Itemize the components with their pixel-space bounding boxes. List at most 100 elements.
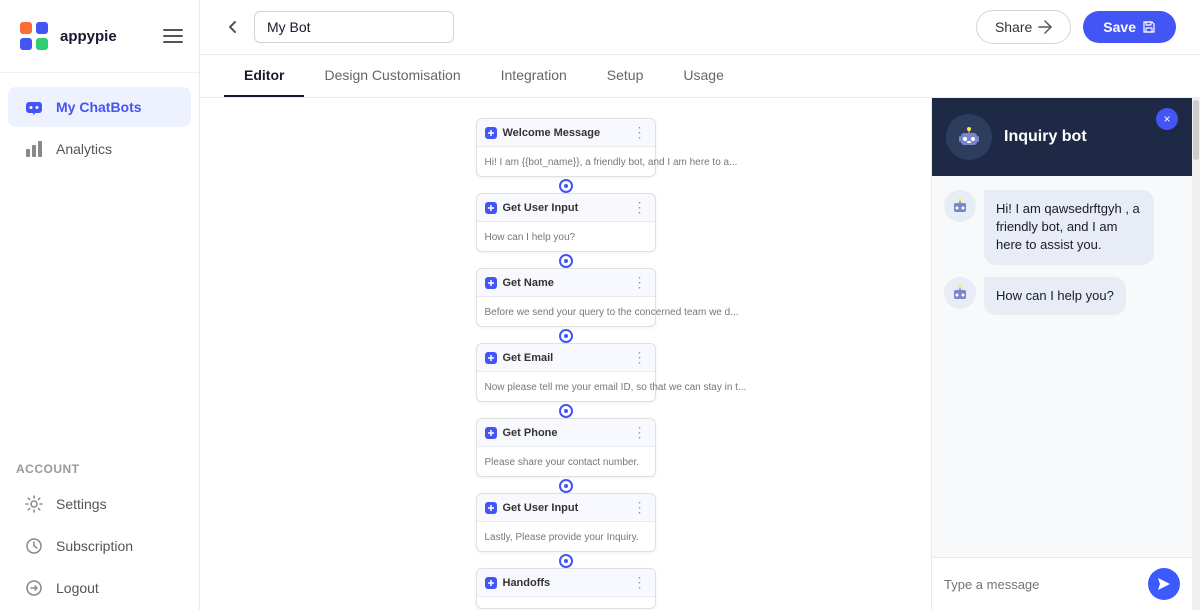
node-dot-get-user-input [485,202,497,214]
flow-node-get-name[interactable]: Get Name ⋮ Before we send your query to … [476,268,656,327]
node-title-get-phone: Get Phone [503,427,633,439]
sidebar-logo: appypie [0,0,199,73]
tab-integration[interactable]: Integration [481,55,587,97]
logout-icon [24,578,44,598]
sidebar-item-logout[interactable]: Logout [8,568,191,608]
sidebar-item-analytics[interactable]: Analytics [8,129,191,169]
node-body-welcome: Hi! I am {{bot_name}}, a friendly bot, a… [477,147,655,176]
connector-circle-1 [559,179,573,193]
sidebar-bottom: Account Settings Subscription [0,446,199,610]
logout-label: Logout [56,580,99,596]
node-menu-get-user-input2[interactable]: ⋮ [633,499,647,516]
node-text-get-phone: Please share your contact number. [485,457,640,468]
node-menu-get-phone[interactable]: ⋮ [633,424,647,441]
chat-message-1: Hi! I am qawsedrftgyh , a friendly bot, … [944,190,1180,265]
connector-1 [559,179,573,193]
node-title-get-name: Get Name [503,277,633,289]
node-title-get-user-input: Get User Input [503,202,633,214]
chat-bot-name: Inquiry bot [1004,128,1087,146]
share-button[interactable]: Share [976,10,1071,44]
node-text-get-email: Now please tell me your email ID, so tha… [485,382,747,393]
connector-circle-2 [559,254,573,268]
node-menu-get-user-input[interactable]: ⋮ [633,199,647,216]
node-body-get-name: Before we send your query to the concern… [477,297,655,326]
save-button[interactable]: Save [1083,11,1176,43]
node-menu-handoffs[interactable]: ⋮ [633,574,647,591]
account-label: Account [0,446,199,482]
right-scrollbar[interactable] [1192,98,1200,610]
node-title-get-user-input2: Get User Input [503,502,633,514]
analytics-icon [24,139,44,159]
bot-name-input[interactable] [254,11,454,43]
connector-5 [559,479,573,493]
flow-node-get-user-input[interactable]: Get User Input ⋮ How can I help you? [476,193,656,252]
tab-usage[interactable]: Usage [663,55,743,97]
connector-circle-4 [559,404,573,418]
node-header-handoffs: Handoffs ⋮ [477,569,655,597]
chat-message-input[interactable] [944,577,1140,592]
flow-canvas[interactable]: Welcome Message ⋮ Hi! I am {{bot_name}},… [200,98,932,610]
node-menu-welcome[interactable]: ⋮ [633,124,647,141]
node-dot-get-phone [485,427,497,439]
flow-node-welcome[interactable]: Welcome Message ⋮ Hi! I am {{bot_name}},… [476,118,656,177]
chatbots-label: My ChatBots [56,99,142,115]
node-text-welcome: Hi! I am {{bot_name}}, a friendly bot, a… [485,157,738,168]
settings-icon [24,494,44,514]
chat-header: Inquiry bot [932,98,1192,176]
chat-preview-panel: × Inquiry [932,98,1192,610]
subscription-icon [24,536,44,556]
node-menu-get-email[interactable]: ⋮ [633,349,647,366]
tab-setup[interactable]: Setup [587,55,664,97]
editor-area: Welcome Message ⋮ Hi! I am {{bot_name}},… [200,98,1200,610]
connector-4 [559,404,573,418]
tab-design-customisation[interactable]: Design Customisation [304,55,480,97]
node-body-get-email: Now please tell me your email ID, so tha… [477,372,655,401]
sidebar-item-settings[interactable]: Settings [8,484,191,524]
logo-text: appypie [60,28,117,45]
chat-close-button[interactable]: × [1156,108,1178,130]
msg-bubble-1: Hi! I am qawsedrftgyh , a friendly bot, … [984,190,1154,265]
chat-input-area [932,557,1192,610]
flow-node-get-user-input2[interactable]: Get User Input ⋮ Lastly, Please provide … [476,493,656,552]
hamburger-menu[interactable] [163,29,183,43]
msg-avatar-1 [944,190,976,222]
sidebar: appypie My ChatBots [0,0,200,610]
save-label: Save [1103,19,1136,35]
chat-messages: Hi! I am qawsedrftgyh , a friendly bot, … [932,176,1192,557]
node-menu-get-name[interactable]: ⋮ [633,274,647,291]
connector-circle-5 [559,479,573,493]
header: Share Save [200,0,1200,55]
flow-node-handoffs[interactable]: Handoffs ⋮ [476,568,656,609]
sidebar-item-chatbots[interactable]: My ChatBots [8,87,191,127]
flow-node-get-phone[interactable]: Get Phone ⋮ Please share your contact nu… [476,418,656,477]
connector-2 [559,254,573,268]
sidebar-nav: My ChatBots Analytics [0,73,199,183]
tabs-bar: Editor Design Customisation Integration … [200,55,1200,98]
tab-editor[interactable]: Editor [224,55,304,97]
back-button[interactable] [224,18,242,36]
sidebar-item-subscription[interactable]: Subscription [8,526,191,566]
node-text-get-user-input: How can I help you? [485,232,576,243]
flow-node-get-email[interactable]: Get Email ⋮ Now please tell me your emai… [476,343,656,402]
appypie-logo-icon [16,18,52,54]
share-label: Share [995,19,1032,35]
node-dot-handoffs [485,577,497,589]
node-dot-welcome [485,127,497,139]
node-dot-get-name [485,277,497,289]
msg-avatar-2 [944,277,976,309]
node-header-get-phone: Get Phone ⋮ [477,419,655,447]
chat-bot-avatar [946,114,992,160]
connector-6 [559,554,573,568]
node-dot-get-email [485,352,497,364]
node-body-get-phone: Please share your contact number. [477,447,655,476]
node-title-handoffs: Handoffs [503,577,633,589]
node-dot-get-user-input2 [485,502,497,514]
node-text-get-name: Before we send your query to the concern… [485,307,739,318]
node-body-get-user-input: How can I help you? [477,222,655,251]
node-header-get-user-input2: Get User Input ⋮ [477,494,655,522]
scrollbar-thumb [1193,100,1199,160]
settings-label: Settings [56,496,107,512]
msg-bubble-2: How can I help you? [984,277,1126,315]
analytics-label: Analytics [56,141,112,157]
send-button[interactable] [1148,568,1180,600]
